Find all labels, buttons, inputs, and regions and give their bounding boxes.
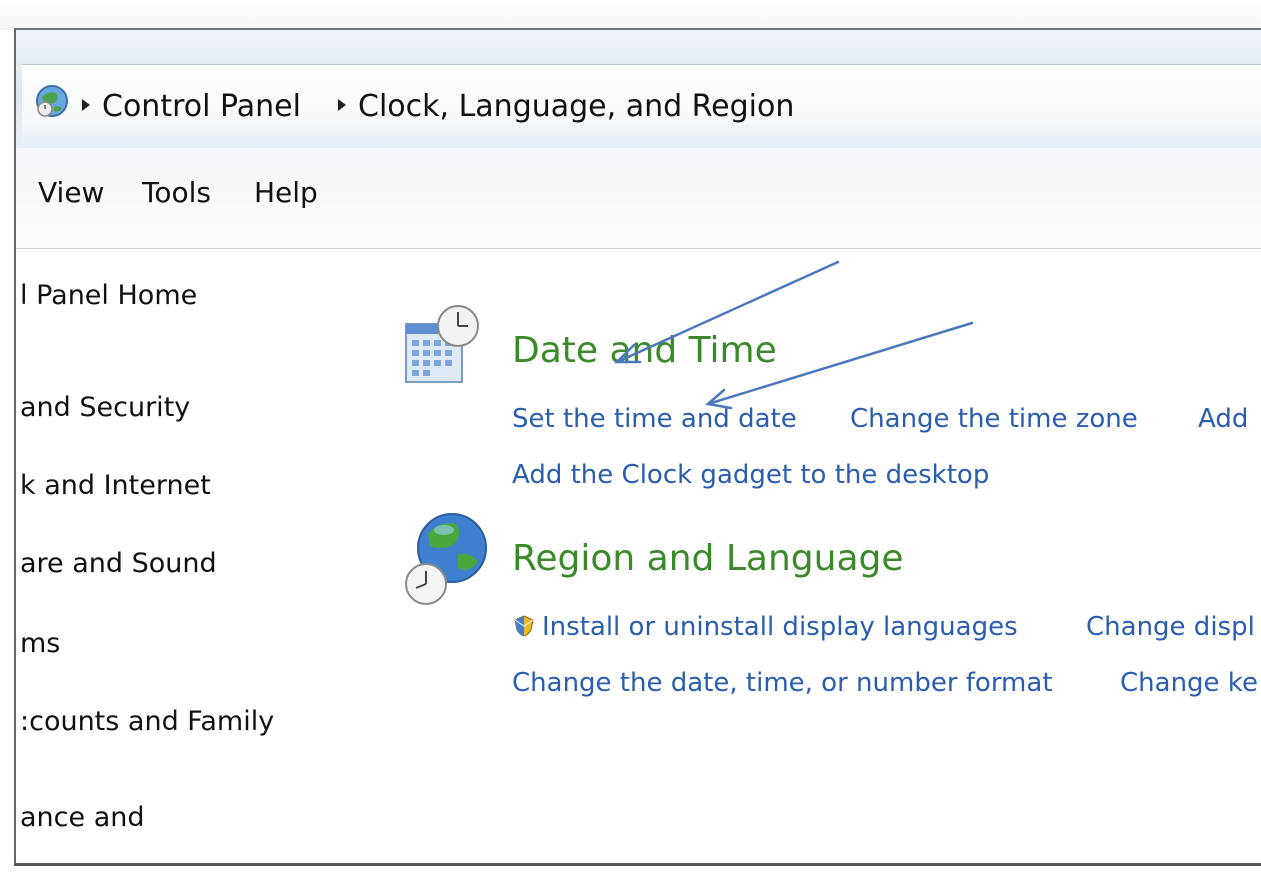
link-change-time-zone[interactable]: Change the time zone <box>850 404 1138 434</box>
control-panel-window: Control Panel Clock, Language, and Regio… <box>14 28 1261 866</box>
menu-help[interactable]: Help <box>248 172 324 213</box>
uac-shield-icon <box>514 615 534 637</box>
sidebar-item-programs[interactable]: ms <box>20 628 60 659</box>
breadcrumb-separator-icon[interactable] <box>82 99 90 111</box>
sidebar-item-appearance-and[interactable]: ance and <box>20 802 145 833</box>
address-bar-area: Control Panel Clock, Language, and Regio… <box>16 30 1261 152</box>
sidebar-item-user-accounts-and-family[interactable]: :counts and Family <box>20 706 274 737</box>
breadcrumb-separator-icon[interactable] <box>338 99 346 111</box>
menu-bar: View Tools Help <box>16 148 1261 249</box>
link-change-date-time-number-format[interactable]: Change the date, time, or number format <box>512 668 1053 698</box>
link-install-display-languages-label: Install or uninstall display languages <box>542 612 1018 642</box>
top-edge <box>0 0 1261 30</box>
address-bar[interactable]: Control Panel Clock, Language, and Regio… <box>22 64 1261 152</box>
category-title-region-and-language[interactable]: Region and Language <box>512 538 904 579</box>
link-add-clocks[interactable]: Add <box>1198 404 1248 434</box>
link-install-display-languages[interactable]: Install or uninstall display languages <box>512 612 1018 642</box>
link-add-clock-gadget[interactable]: Add the Clock gadget to the desktop <box>512 460 989 490</box>
control-panel-icon <box>36 85 68 117</box>
category-title-date-and-time[interactable]: Date and Time <box>512 330 777 371</box>
breadcrumb-clock-language-region[interactable]: Clock, Language, and Region <box>358 89 794 124</box>
sidebar-item-control-panel-home[interactable]: l Panel Home <box>20 280 197 311</box>
sidebar-item-system-and-security[interactable]: and Security <box>20 392 190 423</box>
link-change-display-language[interactable]: Change displ <box>1086 612 1255 642</box>
link-set-time-and-date[interactable]: Set the time and date <box>512 404 797 434</box>
calendar-clock-icon[interactable] <box>398 300 490 392</box>
sidebar-item-network-and-internet[interactable]: k and Internet <box>20 470 211 501</box>
breadcrumb-control-panel[interactable]: Control Panel <box>102 89 301 124</box>
link-change-keyboards[interactable]: Change ke <box>1120 668 1258 698</box>
globe-clock-icon[interactable] <box>400 508 496 610</box>
menu-tools[interactable]: Tools <box>136 172 217 213</box>
menu-view[interactable]: View <box>32 172 110 213</box>
sidebar-item-hardware-and-sound[interactable]: are and Sound <box>20 548 217 579</box>
